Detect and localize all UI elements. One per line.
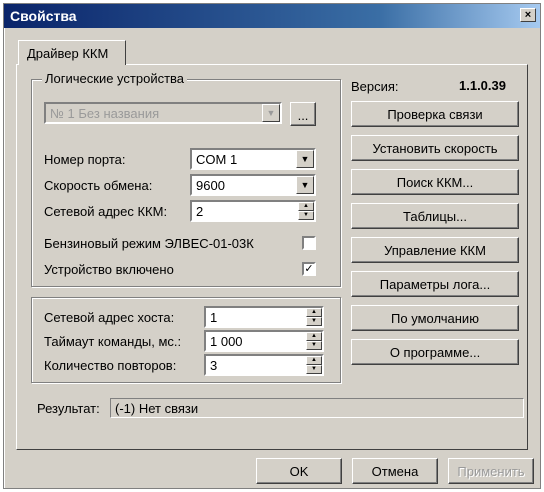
logical-devices-legend: Логические устройства — [42, 71, 188, 86]
title-bar[interactable]: Свойства × — [4, 4, 540, 28]
spin-down-icon[interactable]: ▼ — [306, 365, 322, 374]
spin-down-icon[interactable]: ▼ — [298, 211, 314, 220]
spin-control[interactable]: ▲ ▼ — [298, 202, 314, 220]
device-enabled-label: Устройство включено — [44, 262, 174, 277]
spin-down-icon[interactable]: ▼ — [306, 341, 322, 350]
tab-kkm-driver[interactable]: Драйвер ККМ — [18, 40, 126, 65]
spin-up-icon[interactable]: ▲ — [298, 202, 314, 211]
result-label: Результат: — [37, 401, 100, 416]
set-speed-label: Установить скорость — [372, 141, 498, 156]
about-label: О программе... — [389, 345, 481, 360]
check-connection-button[interactable]: Проверка связи — [351, 101, 519, 127]
spin-up-icon[interactable]: ▲ — [306, 356, 322, 365]
version-value: 1.1.0.39 — [459, 78, 506, 93]
speed-select[interactable]: 9600 ▼ — [190, 174, 316, 196]
spin-down-icon[interactable]: ▼ — [306, 317, 322, 326]
retries-stepper[interactable]: 3 ▲ ▼ — [204, 354, 324, 376]
petrol-mode-checkbox[interactable] — [302, 236, 316, 250]
host-address-stepper[interactable]: 1 ▲ ▼ — [204, 306, 324, 328]
spin-up-icon[interactable]: ▲ — [306, 332, 322, 341]
host-settings-group: Сетевой адрес хоста: 1 ▲ ▼ Таймаут коман… — [31, 297, 341, 383]
result-field: (-1) Нет связи — [110, 398, 524, 418]
result-value: (-1) Нет связи — [115, 401, 199, 416]
timeout-value: 1 000 — [210, 334, 243, 349]
spin-up-icon[interactable]: ▲ — [306, 308, 322, 317]
device-select[interactable]: № 1 Без названия ▼ — [44, 102, 282, 124]
browse-devices-button[interactable]: ... — [290, 102, 316, 126]
log-params-button[interactable]: Параметры лога... — [351, 271, 519, 297]
ok-button[interactable]: OK — [256, 458, 342, 484]
apply-button[interactable]: Применить — [448, 458, 534, 484]
tab-panel: Логические устройства № 1 Без названия ▼… — [16, 64, 528, 450]
tab-label: Драйвер ККМ — [27, 46, 109, 61]
manage-kkm-label: Управление ККМ — [384, 243, 486, 258]
retries-value: 3 — [210, 358, 218, 373]
chevron-down-icon[interactable]: ▼ — [296, 176, 314, 194]
check-connection-label: Проверка связи — [387, 107, 483, 122]
search-kkm-button[interactable]: Поиск ККМ... — [351, 169, 519, 195]
cancel-label: Отмена — [371, 464, 419, 479]
kkm-address-value: 2 — [196, 204, 204, 219]
defaults-button[interactable]: По умолчанию — [351, 305, 519, 331]
defaults-label: По умолчанию — [391, 311, 479, 326]
about-button[interactable]: О программе... — [351, 339, 519, 365]
logical-devices-group: Логические устройства № 1 Без названия ▼… — [31, 71, 341, 287]
speed-value: 9600 — [196, 178, 225, 193]
chevron-down-icon[interactable]: ▼ — [296, 150, 314, 168]
kkm-address-stepper[interactable]: 2 ▲ ▼ — [190, 200, 316, 222]
kkm-address-label: Сетевой адрес ККМ: — [44, 204, 168, 219]
window-title: Свойства — [10, 8, 77, 24]
host-address-value: 1 — [210, 310, 218, 325]
manage-kkm-button[interactable]: Управление ККМ — [351, 237, 519, 263]
chevron-down-icon[interactable]: ▼ — [262, 104, 280, 122]
set-speed-button[interactable]: Установить скорость — [351, 135, 519, 161]
spin-control[interactable]: ▲ ▼ — [306, 332, 322, 350]
apply-label: Применить — [457, 464, 525, 479]
tables-button[interactable]: Таблицы... — [351, 203, 519, 229]
port-value: COM 1 — [196, 152, 238, 167]
timeout-label: Таймаут команды, мс.: — [44, 334, 182, 349]
cancel-button[interactable]: Отмена — [352, 458, 438, 484]
device-select-value: № 1 Без названия — [50, 106, 160, 121]
speed-label: Скорость обмена: — [44, 178, 153, 193]
timeout-stepper[interactable]: 1 000 ▲ ▼ — [204, 330, 324, 352]
ok-label: OK — [289, 464, 309, 479]
retries-label: Количество повторов: — [44, 358, 177, 373]
spin-control[interactable]: ▲ ▼ — [306, 308, 322, 326]
petrol-mode-label: Бензиновый режим ЭЛВЕС-01-03К — [44, 236, 254, 251]
port-select[interactable]: COM 1 ▼ — [190, 148, 316, 170]
version-label: Версия: — [351, 79, 399, 94]
port-label: Номер порта: — [44, 152, 126, 167]
device-enabled-checkbox[interactable]: ✓ — [302, 262, 316, 276]
browse-button-label: ... — [297, 108, 309, 123]
tables-label: Таблицы... — [403, 209, 467, 224]
close-icon[interactable]: × — [520, 8, 536, 22]
log-params-label: Параметры лога... — [379, 277, 491, 292]
properties-dialog: Свойства × Драйвер ККМ Логические устрой… — [3, 3, 541, 489]
search-kkm-label: Поиск ККМ... — [396, 175, 474, 190]
host-address-label: Сетевой адрес хоста: — [44, 310, 175, 325]
spin-control[interactable]: ▲ ▼ — [306, 356, 322, 374]
